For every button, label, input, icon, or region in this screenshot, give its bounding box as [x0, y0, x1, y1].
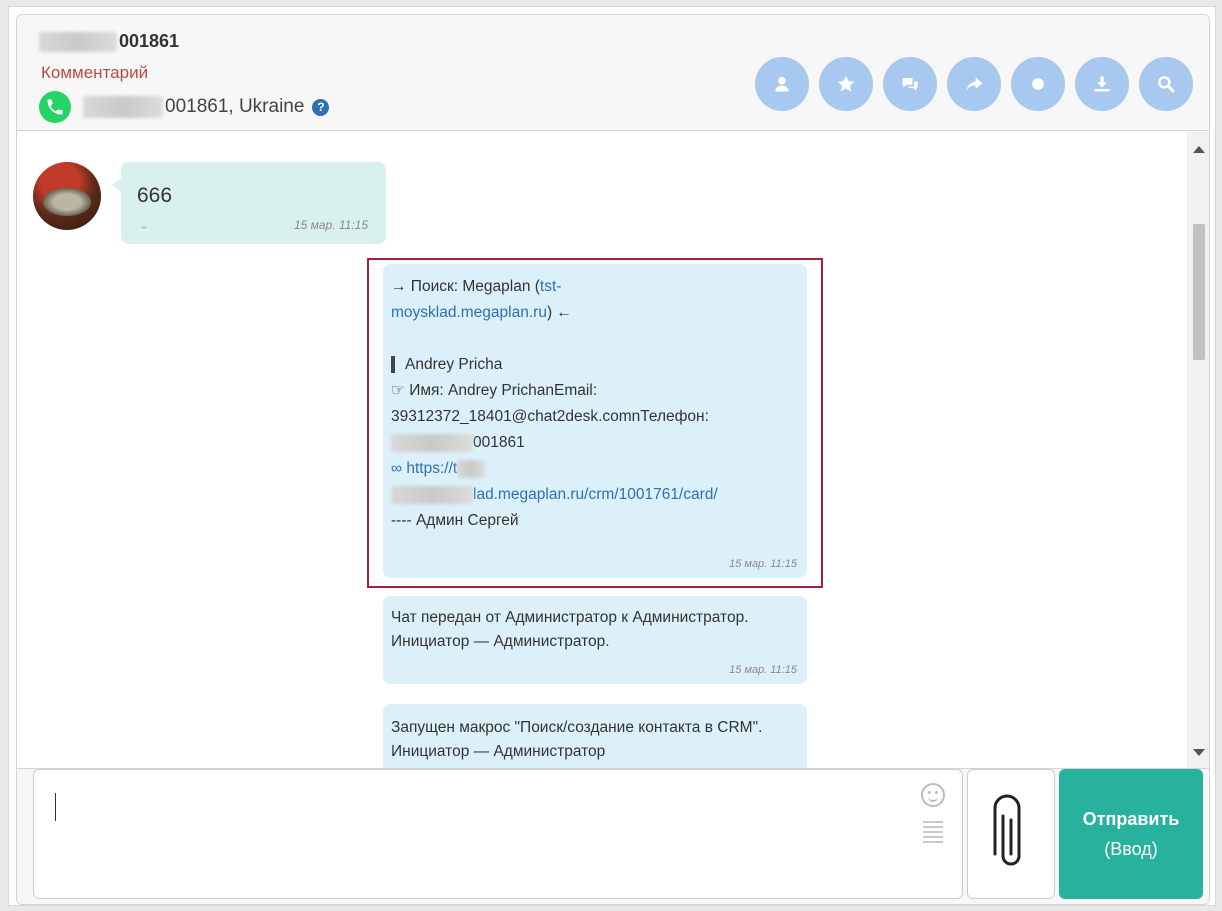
url-line-2: lad.megaplan.ru/crm/1001761/card/	[391, 482, 797, 508]
redacted-name	[39, 31, 117, 52]
comment-link[interactable]: Комментарий	[41, 63, 148, 83]
contact-name: 001861	[39, 31, 179, 52]
search-prefix: → Поиск: Megaplan (	[391, 278, 540, 295]
search-suffix: ) ←	[546, 304, 572, 321]
scroll-down-icon[interactable]	[1193, 749, 1205, 756]
attach-button[interactable]	[967, 769, 1055, 899]
message-input[interactable]	[33, 769, 963, 899]
help-icon[interactable]: ?	[312, 98, 330, 116]
card-link[interactable]: ∞ https://t	[391, 460, 457, 477]
chat-button[interactable]	[883, 57, 937, 111]
redacted-phone	[83, 96, 163, 118]
search-icon	[1158, 76, 1175, 93]
redacted-url	[457, 459, 486, 478]
message-time: 15 мар. 11:15	[293, 218, 368, 232]
contact-short-name: Andrey Pricha	[405, 356, 503, 373]
scroll-thumb[interactable]	[1193, 224, 1205, 360]
message-list[interactable]: 666 ⌄ 15 мар. 11:15 → Поиск: Megaplan (t…	[17, 132, 1209, 768]
search-result-message: → Поиск: Megaplan (tst- moysklad.megapla…	[383, 264, 807, 578]
crm-link-domain[interactable]: moysklad.megaplan.ru	[391, 304, 547, 321]
forward-button[interactable]	[947, 57, 1001, 111]
phone-text: 001861, Ukraine	[165, 96, 305, 117]
templates-icon[interactable]	[923, 821, 943, 845]
favorite-button[interactable]	[819, 57, 873, 111]
message-text: Чат передан от Администратор к Администр…	[391, 609, 749, 650]
send-label: Отправить	[1082, 809, 1180, 829]
message-text: Запущен макрос "Поиск/создание контакта …	[391, 719, 763, 760]
email-phone: 39312372_18401@chat2desk.comnТелефон:	[391, 408, 709, 425]
user-button[interactable]	[755, 57, 809, 111]
star-icon	[837, 75, 855, 92]
header-actions	[755, 57, 1193, 111]
status-button[interactable]	[1011, 57, 1065, 111]
incoming-message: 666 ⌄ 15 мар. 11:15	[112, 162, 386, 244]
chat-icon	[902, 78, 918, 91]
download-icon	[1094, 76, 1110, 92]
download-button[interactable]	[1075, 57, 1129, 111]
scrollbar[interactable]	[1187, 132, 1209, 768]
contact-name-text: 001861	[119, 31, 180, 51]
message-text: 666	[137, 184, 173, 207]
card-link-rest[interactable]: lad.megaplan.ru/crm/1001761/card/	[473, 486, 718, 503]
bar-icon	[391, 356, 395, 374]
url-line-1: ∞ https://t	[391, 456, 797, 482]
name-detail: ☞ Имя: Andrey PrichanEmail:	[391, 382, 598, 399]
phone-suffix: 001861	[473, 434, 525, 451]
signature: ---- Админ Сергей	[391, 512, 519, 529]
search-button[interactable]	[1139, 57, 1193, 111]
message-time: 15 мар. 11:15	[729, 664, 797, 676]
macro-message: Запущен макрос "Поиск/создание контакта …	[383, 704, 807, 768]
chat-header: 001861 Комментарий 001861, Ukraine ?	[17, 15, 1209, 131]
paperclip-icon	[993, 794, 1021, 866]
crm-link[interactable]: tst-	[540, 278, 562, 295]
share-icon	[966, 77, 983, 91]
contact-line: Andrey Pricha	[391, 352, 797, 378]
search-line: → Поиск: Megaplan (tst-	[391, 274, 797, 300]
user-icon	[775, 76, 789, 92]
circle-icon	[1032, 78, 1044, 90]
chevron-down-icon[interactable]: ⌄	[139, 218, 149, 232]
send-hint: (Ввод)	[1104, 839, 1158, 859]
emoji-icon[interactable]	[921, 783, 945, 807]
search-line-2: moysklad.megaplan.ru) ←	[391, 300, 797, 326]
phone-line: 001861	[391, 430, 797, 456]
message-time: 15 мар. 11:15	[729, 558, 797, 570]
chat-panel: 001861 Комментарий 001861, Ukraine ? 666…	[16, 14, 1210, 905]
redacted-phone	[391, 433, 473, 452]
composer: Отправить (Ввод)	[17, 768, 1209, 904]
redacted-url	[391, 485, 473, 504]
contact-phone: 001861, Ukraine ?	[39, 91, 330, 123]
text-caret	[55, 793, 56, 821]
whatsapp-icon	[39, 91, 71, 123]
send-button[interactable]: Отправить (Ввод)	[1059, 769, 1203, 899]
transfer-message: Чат передан от Администратор к Администр…	[383, 596, 807, 684]
avatar	[33, 162, 101, 230]
scroll-up-icon[interactable]	[1193, 146, 1205, 153]
